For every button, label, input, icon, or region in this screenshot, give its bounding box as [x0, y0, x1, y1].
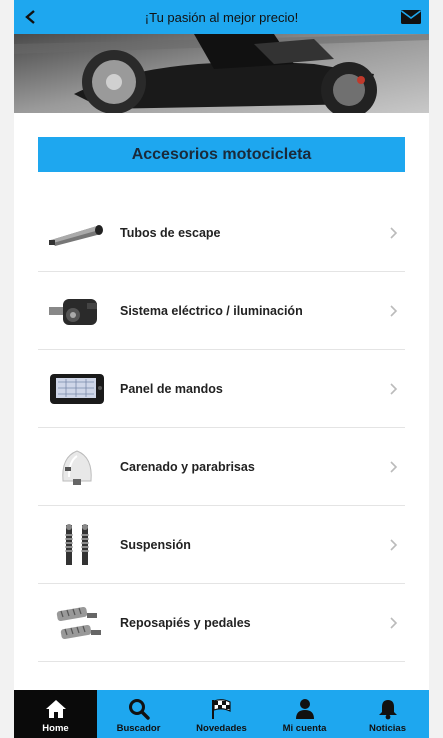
page-title: ¡Tu pasión al mejor precio!	[144, 9, 299, 25]
tab-news-products[interactable]: Novedades	[180, 690, 263, 738]
top-bar: ¡Tu pasión al mejor precio!	[14, 0, 429, 34]
exhaust-pipe-icon	[46, 208, 108, 258]
tab-account[interactable]: Mi cuenta	[263, 690, 346, 738]
tab-search[interactable]: Buscador	[97, 690, 180, 738]
category-label: Carenado y parabrisas	[120, 459, 255, 474]
hero-banner-image	[14, 34, 429, 113]
electrical-system-icon	[46, 286, 108, 336]
chevron-right-icon	[390, 617, 398, 629]
bottom-navigation: Home Buscador Novedades Mi cuenta Notici…	[14, 690, 429, 738]
category-label: Sistema eléctrico / iluminación	[120, 303, 303, 318]
app-screen: ¡Tu pasión al mejor precio! Accesorios m…	[14, 0, 429, 738]
category-label: Reposapiés y pedales	[120, 615, 251, 630]
category-item-suspension[interactable]: Suspensión	[38, 506, 405, 584]
user-icon	[292, 697, 318, 721]
tab-label: Home	[42, 723, 69, 734]
search-icon	[126, 697, 152, 721]
tab-label: Buscador	[116, 723, 161, 734]
category-item-footpegs[interactable]: Reposapiés y pedales	[38, 584, 405, 662]
windshield-icon	[46, 442, 108, 492]
category-item-electrical[interactable]: Sistema eléctrico / iluminación	[38, 272, 405, 350]
chevron-right-icon	[390, 227, 398, 239]
category-item-exhaust[interactable]: Tubos de escape	[38, 194, 405, 272]
chevron-right-icon	[390, 539, 398, 551]
tab-label: Mi cuenta	[282, 723, 327, 734]
envelope-icon[interactable]	[399, 7, 423, 27]
tab-label: Novedades	[196, 723, 247, 734]
category-label: Panel de mandos	[120, 381, 223, 396]
chevron-right-icon	[390, 383, 398, 395]
category-label: Suspensión	[120, 537, 191, 552]
chevron-right-icon	[390, 461, 398, 473]
suspension-icon	[46, 520, 108, 570]
section-title: Accesorios motocicleta	[38, 137, 405, 172]
category-item-dashboard[interactable]: Panel de mandos	[38, 350, 405, 428]
tab-home[interactable]: Home	[14, 690, 97, 738]
bell-icon	[375, 697, 401, 721]
category-label: Tubos de escape	[120, 225, 221, 240]
tab-notifications[interactable]: Noticias	[346, 690, 429, 738]
chevron-left-icon[interactable]	[20, 6, 42, 28]
category-list: Tubos de escape Sistema eléctrico / ilum…	[38, 194, 405, 662]
footpeg-icon	[46, 598, 108, 648]
dashboard-panel-icon	[46, 364, 108, 414]
home-icon	[43, 697, 69, 721]
tab-label: Noticias	[369, 723, 406, 734]
category-item-windshield[interactable]: Carenado y parabrisas	[38, 428, 405, 506]
chevron-right-icon	[390, 305, 398, 317]
checkered-flag-icon	[209, 697, 235, 721]
